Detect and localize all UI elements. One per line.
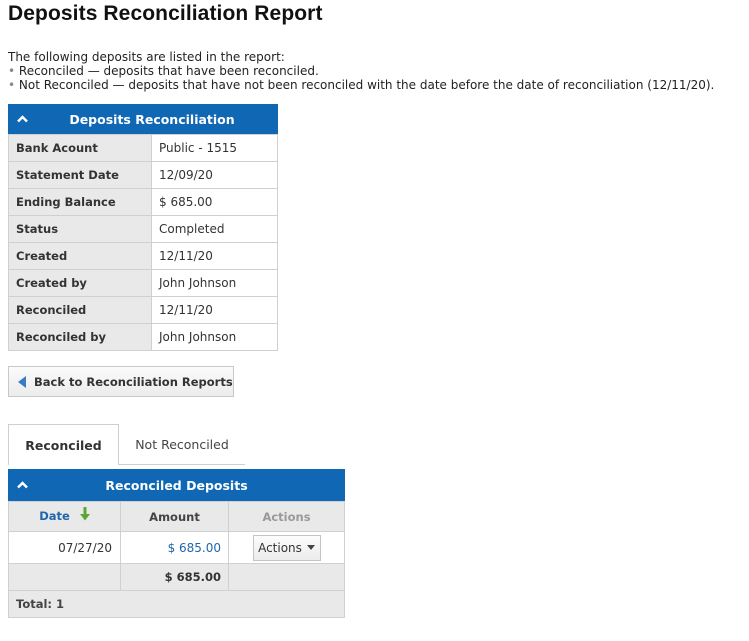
info-row: Reconciled 12/11/20: [8, 296, 278, 324]
actions-dropdown-button[interactable]: Actions: [252, 534, 321, 561]
info-row: Statement Date 12/09/20: [8, 161, 278, 189]
triangle-left-icon: [18, 375, 26, 388]
intro-item: • Reconciled — deposits that have been r…: [8, 64, 714, 78]
deposit-amount-link[interactable]: $ 685.00: [120, 531, 229, 564]
actions-button-label: Actions: [258, 540, 302, 555]
info-value: John Johnson: [151, 269, 278, 297]
chevron-up-icon[interactable]: [16, 113, 28, 125]
reconciled-deposits-title: Reconciled Deposits: [105, 477, 248, 493]
intro-lead: The following deposits are listed in the…: [8, 50, 285, 64]
info-row: Created 12/11/20: [8, 242, 278, 270]
info-value: John Johnson: [151, 323, 278, 351]
subtotal-empty-cell: [8, 563, 121, 591]
info-row: Bank Acount Public - 1515: [8, 134, 278, 162]
total-count: Total: 1: [8, 590, 345, 618]
actions-column-header: Actions: [228, 501, 345, 532]
reconciled-deposits-header[interactable]: Reconciled Deposits: [8, 469, 345, 501]
tab-not-reconciled[interactable]: Not Reconciled: [119, 424, 245, 465]
reconciled-deposits-panel: Reconciled Deposits Date Amount Actions: [8, 469, 345, 618]
tab-reconciled[interactable]: Reconciled: [8, 424, 119, 465]
reconciliation-info-header[interactable]: Deposits Reconciliation: [8, 104, 278, 134]
subtotal-empty-cell: [228, 563, 345, 591]
info-label: Ending Balance: [8, 188, 152, 216]
intro-text: The following deposits are listed in the…: [8, 50, 714, 92]
reconciliation-info-title: Deposits Reconciliation: [69, 111, 235, 127]
info-label: Bank Acount: [8, 134, 152, 162]
info-value: 12/11/20: [151, 242, 278, 270]
table-row: 07/27/20 $ 685.00 Actions: [8, 531, 345, 564]
amount-column-header[interactable]: Amount: [120, 501, 229, 532]
reconciled-deposits-table: Date Amount Actions 07/27/20 $ 685.00 Ac…: [8, 501, 345, 618]
reconciliation-info-panel: Deposits Reconciliation Bank Acount Publi…: [8, 104, 278, 351]
info-label: Reconciled by: [8, 323, 152, 351]
caret-down-icon: [306, 545, 315, 550]
subtotal-row: $ 685.00: [8, 563, 345, 591]
info-label: Reconciled: [8, 296, 152, 324]
back-to-reports-button[interactable]: Back to Reconciliation Reports: [8, 366, 234, 397]
deposit-tabs: Reconciled Not Reconciled: [8, 424, 245, 465]
date-header-label: Date: [39, 509, 70, 524]
info-label: Statement Date: [8, 161, 152, 189]
bullet: •: [8, 78, 16, 92]
deposit-actions-cell: Actions: [228, 531, 345, 564]
intro-item-not-reconciled: Not Reconciled — deposits that have not …: [18, 78, 715, 92]
chevron-up-icon[interactable]: [16, 479, 28, 491]
arrow-down-icon: [79, 506, 90, 524]
info-row: Created by John Johnson: [8, 269, 278, 297]
back-button-label: Back to Reconciliation Reports: [34, 374, 233, 389]
info-value: Completed: [151, 215, 278, 243]
tab-label: Not Reconciled: [135, 436, 229, 452]
subtotal-amount: $ 685.00: [120, 563, 229, 591]
date-column-header[interactable]: Date: [8, 501, 121, 532]
info-value: $ 685.00: [151, 188, 278, 216]
info-label: Created by: [8, 269, 152, 297]
deposit-date: 07/27/20: [8, 531, 121, 564]
intro-item-reconciled: Reconciled — deposits that have been rec…: [18, 64, 319, 78]
reconciliation-info-table: Bank Acount Public - 1515 Statement Date 12…: [8, 134, 278, 351]
intro-item: • Not Reconciled — deposits that have no…: [8, 78, 714, 92]
info-value: Public - 1515: [151, 134, 278, 162]
info-row: Reconciled by John Johnson: [8, 323, 278, 351]
info-value: 12/09/20: [151, 161, 278, 189]
page-title: Deposits Reconciliation Report: [8, 2, 323, 25]
info-label: Status: [8, 215, 152, 243]
tab-label: Reconciled: [25, 437, 102, 453]
total-row: Total: 1: [8, 590, 345, 618]
info-row: Ending Balance $ 685.00: [8, 188, 278, 216]
info-row: Status Completed: [8, 215, 278, 243]
bullet: •: [8, 64, 16, 78]
info-value: 12/11/20: [151, 296, 278, 324]
info-label: Created: [8, 242, 152, 270]
